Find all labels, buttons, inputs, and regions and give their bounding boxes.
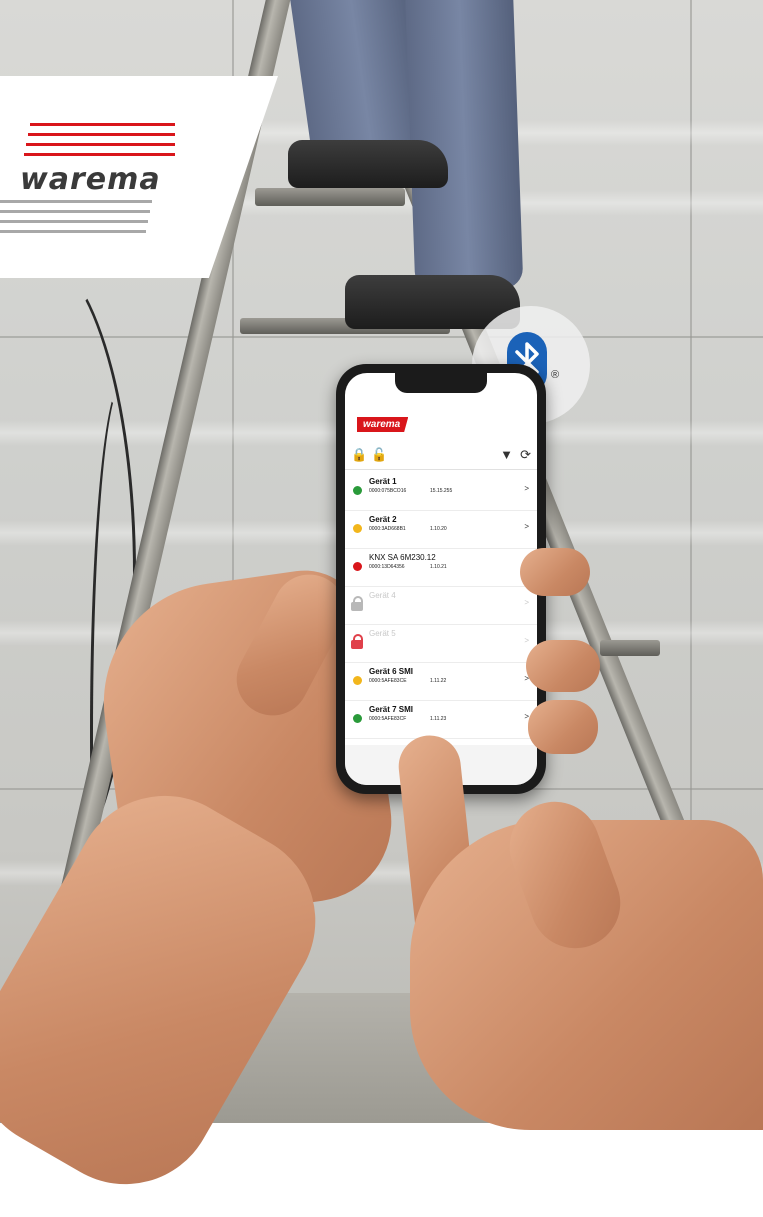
phone-notch: [395, 373, 487, 393]
device-row[interactable]: Gerät 5 >: [345, 625, 537, 663]
left-finger: [520, 548, 590, 596]
smartphone: warema 🔒 🔓 ▼ ⟳ Gerät 1 0000:075BCO16 15.…: [336, 364, 546, 794]
filter-icon[interactable]: ▼: [500, 447, 513, 462]
ladder-rung: [255, 188, 405, 206]
chevron-right-icon[interactable]: >: [524, 522, 529, 531]
device-id: 0000:075BCO16: [369, 488, 407, 494]
app-logo: warema: [357, 417, 409, 432]
device-name: Gerät 7 SMI: [369, 705, 414, 714]
app-toolbar: 🔒 🔓 ▼ ⟳: [345, 443, 537, 470]
device-version: 1.10.21: [430, 564, 447, 570]
device-name: Gerät 2: [369, 515, 397, 524]
device-version: 1.11.23: [430, 716, 447, 722]
chevron-right-icon[interactable]: >: [524, 598, 529, 607]
device-id: 0000:5AFE83CE: [369, 678, 407, 684]
logo-gray-line: [0, 210, 150, 213]
device-row[interactable]: Gerät 7 SMI 0000:5AFE83CF 1.11.23 >: [345, 701, 537, 739]
left-finger: [526, 640, 600, 692]
left-finger: [528, 700, 598, 754]
status-dot-yellow: [353, 676, 362, 685]
device-id: 0000:3AD668B1: [369, 526, 406, 532]
device-name: Gerät 1: [369, 477, 397, 486]
logo-wordmark: warema: [20, 162, 161, 197]
lock-icon: [351, 634, 363, 649]
logo-gray-line: [0, 200, 152, 203]
device-name: KNX SA 6M230.12: [369, 553, 436, 562]
lock-refresh-icon[interactable]: 🔓: [371, 447, 387, 463]
status-dot-green: [353, 486, 362, 495]
device-list: Gerät 1 0000:075BCO16 15.15.255 > Gerät …: [345, 473, 537, 739]
device-name: Gerät 6 SMI: [369, 667, 414, 676]
worker-shoe: [288, 140, 448, 188]
device-row[interactable]: Gerät 2 0000:3AD668B1 1.10.20 >: [345, 511, 537, 549]
device-row[interactable]: Gerät 1 0000:075BCO16 15.15.255 >: [345, 473, 537, 511]
device-row[interactable]: Gerät 6 SMI 0000:5AFE83CE 1.11.22 >: [345, 663, 537, 701]
device-row[interactable]: Gerät 4 >: [345, 587, 537, 625]
device-id: 0000:13D64356: [369, 564, 405, 570]
logo-gray-line: [0, 230, 146, 233]
chevron-right-icon[interactable]: >: [524, 484, 529, 493]
logo-red-line: [24, 153, 175, 156]
status-dot-yellow: [353, 524, 362, 533]
device-id: 0000:5AFE83CF: [369, 716, 407, 722]
lock-list-icon[interactable]: 🔒: [351, 447, 367, 463]
device-name: Gerät 5: [369, 629, 396, 638]
lock-icon: [351, 596, 363, 611]
app-screen: warema 🔒 🔓 ▼ ⟳ Gerät 1 0000:075BCO16 15.…: [345, 373, 537, 785]
ladder-rung: [600, 640, 660, 656]
device-version: 1.10.20: [430, 526, 447, 532]
device-version: 15.15.255: [430, 488, 453, 494]
registered-mark: ®: [551, 369, 560, 381]
device-name: Gerät 4: [369, 591, 396, 600]
logo-red-line: [30, 123, 175, 126]
device-row[interactable]: KNX SA 6M230.12 0000:13D64356 1.10.21 >: [345, 549, 537, 587]
device-version: 1.11.22: [430, 678, 447, 684]
logo-red-line: [28, 133, 175, 136]
wall-panel-seam: [0, 336, 763, 338]
logo-gray-line: [0, 220, 148, 223]
status-dot-green: [353, 714, 362, 723]
refresh-icon[interactable]: ⟳: [520, 447, 531, 463]
chevron-right-icon[interactable]: >: [524, 636, 529, 645]
status-dot-red: [353, 562, 362, 571]
logo-red-line: [26, 143, 175, 146]
